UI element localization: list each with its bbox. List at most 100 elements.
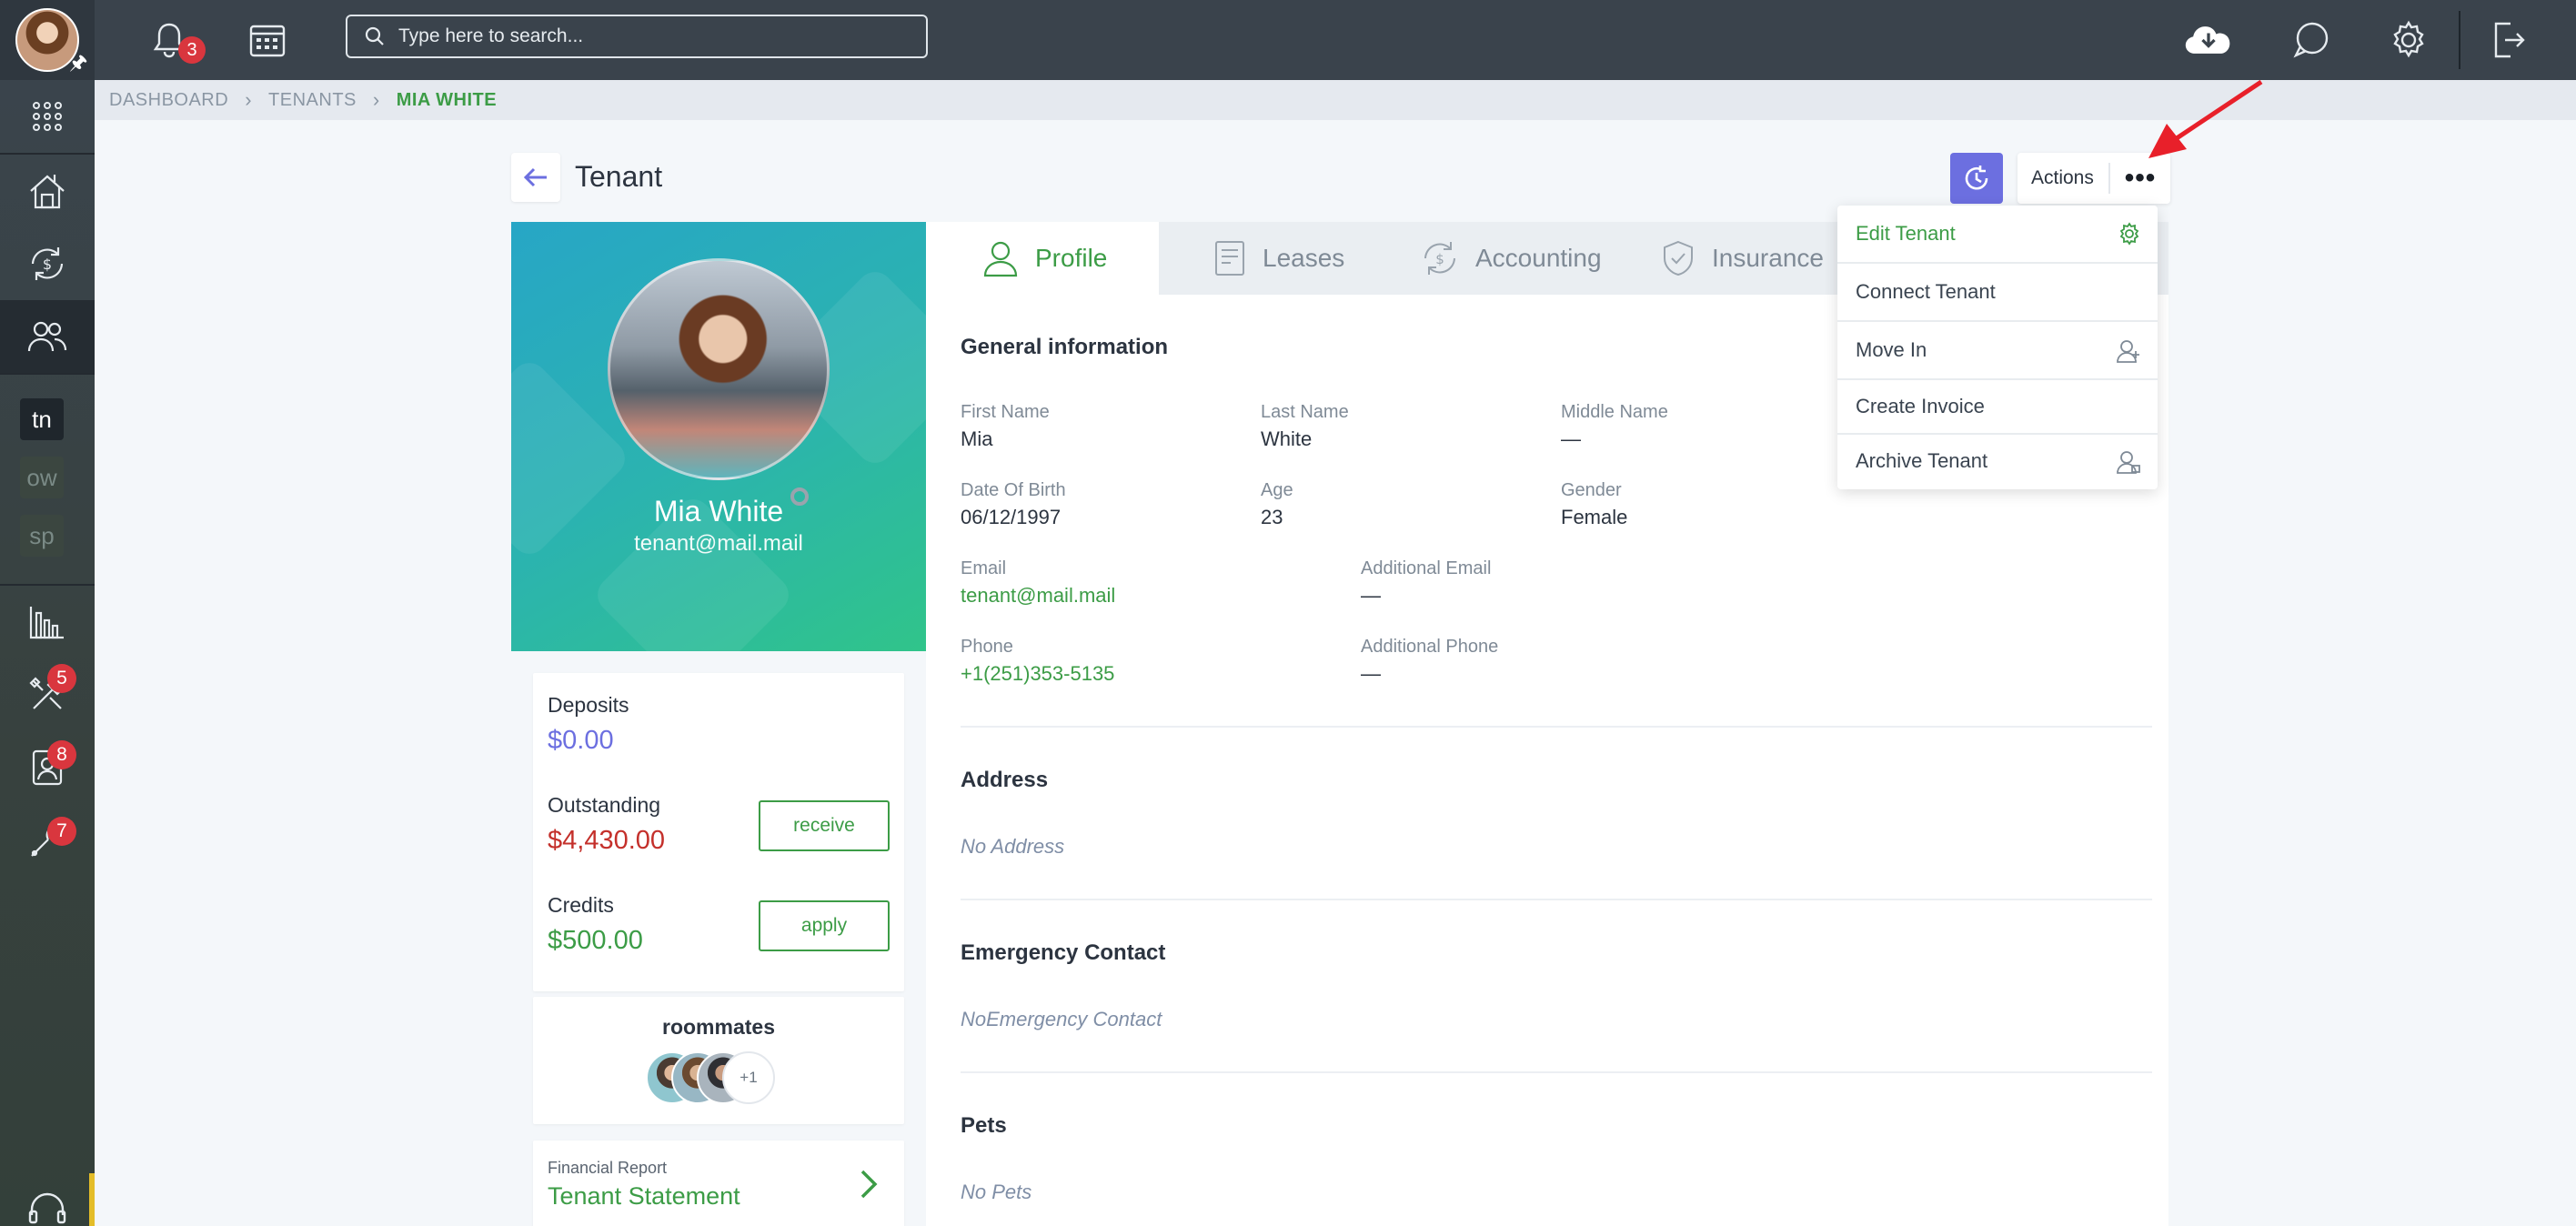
history-button[interactable] [1950,153,2003,204]
sidebar-item-reports[interactable] [0,586,95,658]
section-divider [961,726,2152,728]
bar-chart-icon [29,607,64,639]
sidebar-item-accounting[interactable]: $ [0,227,95,300]
settings-button[interactable] [2383,15,2434,65]
house-icon [30,175,65,209]
dob-value: 06/12/1997 [961,506,1062,528]
pets-title: Pets [961,1113,1007,1138]
calendar-button[interactable] [242,15,293,65]
chevron-right-icon: › [372,88,380,111]
outstanding-value: $4,430.00 [548,826,666,855]
tenant-email: tenant@mail.mail [634,531,803,556]
tab-leases[interactable]: Leases [1213,222,1344,295]
sidebar-accent [89,1173,95,1226]
sidebar-item-tenants[interactable] [0,300,95,373]
apply-button[interactable]: apply [759,900,890,951]
menu-create-invoice-label: Create Invoice [1856,395,1985,417]
menu-move-in[interactable]: Move In [1837,322,2158,378]
credits-value: $500.00 [548,926,643,955]
tab-insurance[interactable]: Insurance [1661,222,1824,295]
topbar-divider [2459,11,2460,69]
notifications-button[interactable]: 3 [144,15,206,65]
tenant-photo [608,258,830,480]
tab-profile[interactable]: Profile [926,222,1159,295]
gender-value: Female [1561,506,1628,528]
page-title: Tenant [575,160,663,193]
sidebar-item-tn[interactable]: tn [20,398,64,440]
deposits-value: $0.00 [548,726,614,755]
breadcrumb-dashboard[interactable]: DASHBOARD [109,90,228,111]
profile-hero: Mia White tenant@mail.mail [511,222,926,651]
email-label: Email [961,558,1007,578]
sidebar-item-apps[interactable] [0,80,95,153]
gender-label: Gender [1561,480,1622,500]
back-button[interactable] [511,153,560,202]
top-bar: 🖈 3 [0,0,2576,80]
sidebar-item-integrations[interactable]: 7 [0,804,95,877]
tenant-name: Mia White [653,495,784,528]
download-button[interactable] [2183,15,2234,65]
user-avatar-button[interactable]: 🖈 [0,0,95,80]
sidebar-item-sp[interactable]: sp [20,515,64,557]
sidebar-item-contacts[interactable]: 8 [0,731,95,804]
sidebar: $ tn ow sp 5 8 7 [0,80,95,1226]
menu-move-in-label: Move In [1856,338,1927,361]
roommates-title: roommates [662,1015,775,1039]
pin-icon: 🖈 [69,51,88,74]
tab-profile-label: Profile [1035,244,1108,272]
search-input[interactable] [398,25,908,47]
outstanding-label: Outstanding [548,793,661,817]
help-button[interactable] [0,1181,95,1226]
additional-phone-value: — [1361,662,1381,685]
gear-icon [2119,222,2139,246]
svg-text:$: $ [1435,251,1444,267]
menu-archive-tenant[interactable]: Archive Tenant [1837,433,2158,489]
menu-create-invoice[interactable]: Create Invoice [1837,378,2158,435]
sidebar-item-maintenance[interactable]: 5 [0,658,95,731]
chat-icon [2293,22,2329,58]
tab-accounting-label: Accounting [1475,244,1602,272]
additional-phone-label: Additional Phone [1361,637,1499,657]
first-name-label: First Name [961,402,1050,422]
search-icon [365,26,384,45]
email-link[interactable]: tenant@mail.mail [961,584,1115,608]
sidebar-item-ow[interactable]: ow [20,457,64,498]
menu-connect-tenant[interactable]: Connect Tenant [1837,264,2158,320]
phone-label: Phone [961,637,1013,657]
breadcrumb-tenants[interactable]: TENANTS [268,90,357,111]
last-name-value: White [1261,427,1313,450]
logout-button[interactable] [2483,15,2534,65]
receive-button[interactable]: receive [759,800,890,851]
menu-edit-tenant-label: Edit Tenant [1856,222,1956,245]
tab-accounting[interactable]: $ Accounting [1421,222,1602,295]
menu-edit-tenant[interactable]: Edit Tenant [1837,206,2158,262]
address-title: Address [961,768,1049,792]
tab-insurance-label: Insurance [1712,244,1824,272]
chevron-right-icon [860,1170,878,1199]
financial-report-label: Financial Report [548,1159,668,1177]
gear-icon [2393,20,2424,58]
section-divider [961,1071,2152,1073]
history-icon [1965,166,1988,190]
sidebar-separator [0,373,95,375]
emergency-contact-title: Emergency Contact [961,940,1166,965]
emergency-contact-empty: NoEmergency Contact [961,1008,1162,1030]
additional-email-label: Additional Email [1361,558,1492,578]
roommates-more[interactable]: +1 [722,1051,775,1104]
roommates-card: roommates +1 [533,997,904,1124]
pets-empty: No Pets [961,1181,1032,1203]
grid-icon [33,102,62,131]
tenant-statement-link[interactable]: Financial Report Tenant Statement [533,1141,904,1226]
phone-link[interactable]: +1(251)353-5135 [961,662,1114,686]
sidebar-item-properties[interactable] [0,155,95,227]
general-info-title: General information [961,335,1169,359]
logout-icon [2494,22,2525,58]
chat-button[interactable] [2287,15,2338,65]
more-options-icon[interactable]: ••• [2110,163,2170,194]
actions-label: Actions [2031,167,2094,188]
section-divider [961,899,2152,900]
actions-menu: Edit Tenant Connect Tenant Move In Creat… [1837,206,2158,489]
user-plus-icon [2117,340,2139,363]
menu-archive-tenant-label: Archive Tenant [1856,449,1988,472]
annotation-arrow-icon [2148,79,2263,158]
